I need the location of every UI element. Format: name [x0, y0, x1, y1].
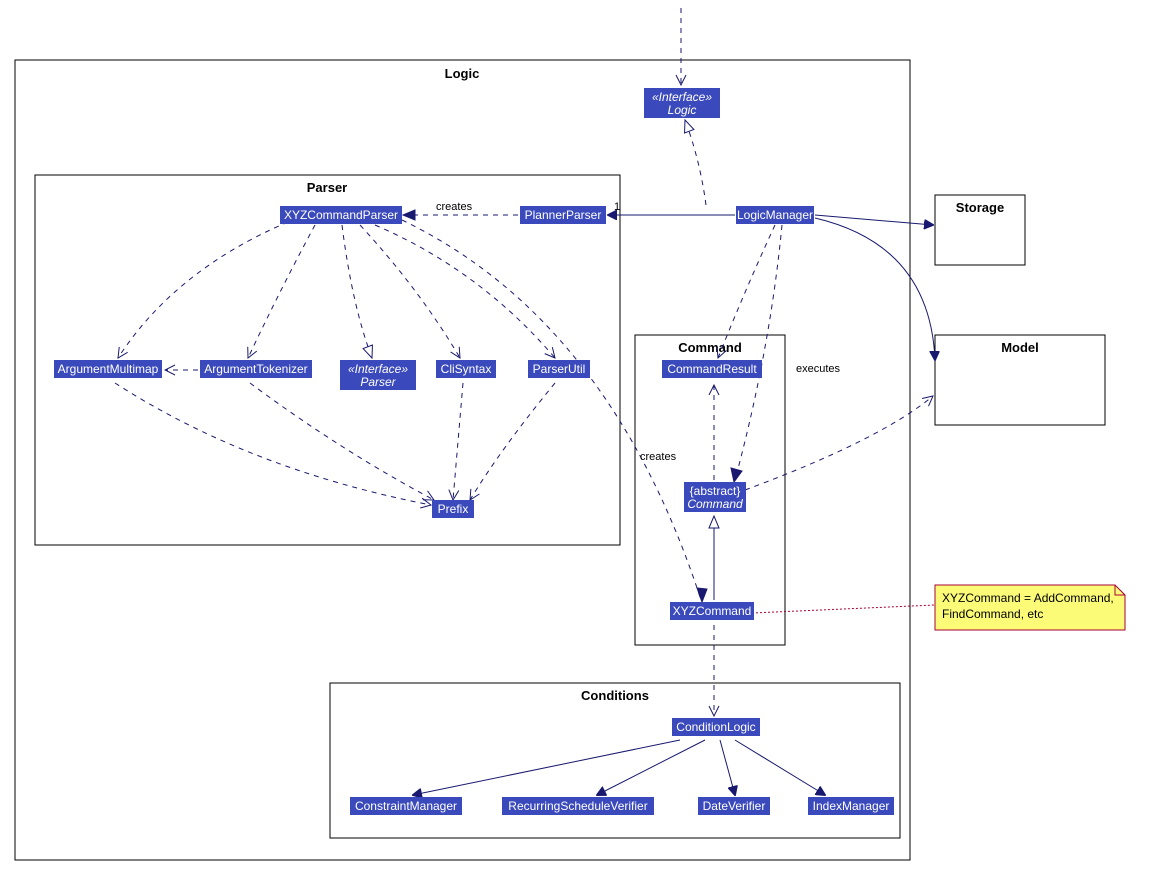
command-package-label: Command [678, 340, 742, 355]
class-parser-interface: «Interface» Parser [340, 360, 416, 390]
edge-condlogic-dateverifier [720, 740, 735, 795]
svg-text:ConditionLogic: ConditionLogic [676, 720, 755, 734]
edge-condlogic-constraint [413, 740, 680, 795]
label-creates2: creates [640, 451, 677, 463]
svg-text:PlannerParser: PlannerParser [525, 208, 602, 222]
edge-logicmanager-storage [815, 215, 933, 225]
edge-xyzparser-argtokenizer [248, 225, 315, 358]
edge-xyzparser-clisyntax [360, 225, 460, 358]
edge-condlogic-recurring [597, 740, 705, 795]
note-connector [752, 605, 935, 613]
class-index-manager: IndexManager [808, 797, 894, 815]
edge-parserutil-prefix [470, 383, 555, 500]
storage-package-label: Storage [956, 200, 1004, 215]
svg-text:DateVerifier: DateVerifier [703, 799, 766, 813]
class-date-verifier: DateVerifier [698, 797, 770, 815]
conditions-package-label: Conditions [581, 688, 649, 703]
edge-xyzparser-parserutil [375, 225, 555, 358]
label-mult1: 1 [614, 201, 620, 213]
class-cli-syntax: CliSyntax [436, 360, 496, 378]
svg-text:Prefix: Prefix [438, 502, 469, 516]
class-argument-multimap: ArgumentMultimap [54, 360, 162, 378]
logic-package-label: Logic [445, 66, 480, 81]
class-parser-util: ParserUtil [528, 360, 590, 378]
svg-text:CliSyntax: CliSyntax [441, 362, 492, 376]
class-abstract-command: {abstract} Command [684, 482, 746, 512]
class-xyz-command: XYZCommand [670, 602, 754, 620]
svg-text:Parser: Parser [360, 375, 396, 389]
note-line1: XYZCommand = AddCommand, [942, 591, 1114, 605]
svg-text:LogicManager: LogicManager [737, 208, 813, 222]
class-condition-logic: ConditionLogic [672, 718, 760, 736]
class-planner-parser: PlannerParser [520, 206, 606, 224]
edge-logicmanager-logic [685, 120, 706, 205]
parser-package-label: Parser [307, 180, 347, 195]
uml-diagram: Logic Storage Model Parser Command Condi… [0, 0, 1150, 873]
edge-logicmanager-abscmd-arrow [731, 468, 742, 482]
svg-text:«Interface»: «Interface» [348, 362, 408, 376]
class-command-result: CommandResult [662, 360, 762, 378]
svg-text:ArgumentMultimap: ArgumentMultimap [58, 362, 159, 376]
edge-abscmd-model [745, 396, 933, 490]
class-xyz-command-parser: XYZCommandParser [280, 206, 402, 224]
label-creates1: creates [436, 201, 473, 213]
edge-logicmanager-abscmd [735, 225, 782, 480]
svg-text:Command: Command [687, 497, 743, 511]
svg-text:ParserUtil: ParserUtil [533, 362, 586, 376]
class-logic-manager: LogicManager [736, 206, 814, 224]
edge-xyzparser-xyzcmd-arrow [697, 588, 707, 602]
edge-condlogic-indexmgr [735, 740, 825, 795]
edge-xyzparser-argmultimap [118, 222, 288, 358]
svg-text:CommandResult: CommandResult [667, 362, 757, 376]
svg-text:{abstract}: {abstract} [690, 484, 741, 498]
class-constraint-manager: ConstraintManager [350, 797, 462, 815]
svg-text:Logic: Logic [668, 103, 697, 117]
svg-text:«Interface»: «Interface» [652, 90, 712, 104]
model-package-label: Model [1001, 340, 1039, 355]
edge-argmm-prefix [115, 383, 431, 505]
class-argument-tokenizer: ArgumentTokenizer [200, 360, 312, 378]
svg-text:XYZCommand: XYZCommand [673, 604, 752, 618]
note-line2: FindCommand, etc [942, 607, 1043, 621]
svg-text:XYZCommandParser: XYZCommandParser [284, 208, 398, 222]
class-recurring-schedule-verifier: RecurringScheduleVerifier [502, 797, 654, 815]
class-logic-interface: «Interface» Logic [644, 88, 720, 118]
edge-xyzparser-parser [342, 225, 372, 358]
svg-text:IndexManager: IndexManager [813, 799, 890, 813]
edge-logicmanager-model [815, 218, 935, 360]
label-executes: executes [796, 363, 841, 375]
note-xyzcommand: XYZCommand = AddCommand, FindCommand, et… [935, 585, 1125, 630]
class-prefix: Prefix [432, 500, 474, 518]
svg-text:ArgumentTokenizer: ArgumentTokenizer [204, 362, 307, 376]
edge-argtok-prefix [250, 383, 434, 500]
edge-plannerparser-xyzparser-arrow [403, 210, 415, 220]
svg-text:RecurringScheduleVerifier: RecurringScheduleVerifier [508, 799, 647, 813]
svg-text:ConstraintManager: ConstraintManager [355, 799, 457, 813]
edge-xyzparser-xyzcmd [402, 220, 701, 600]
logic-package [15, 60, 910, 860]
edge-clisyntax-prefix [453, 383, 463, 500]
